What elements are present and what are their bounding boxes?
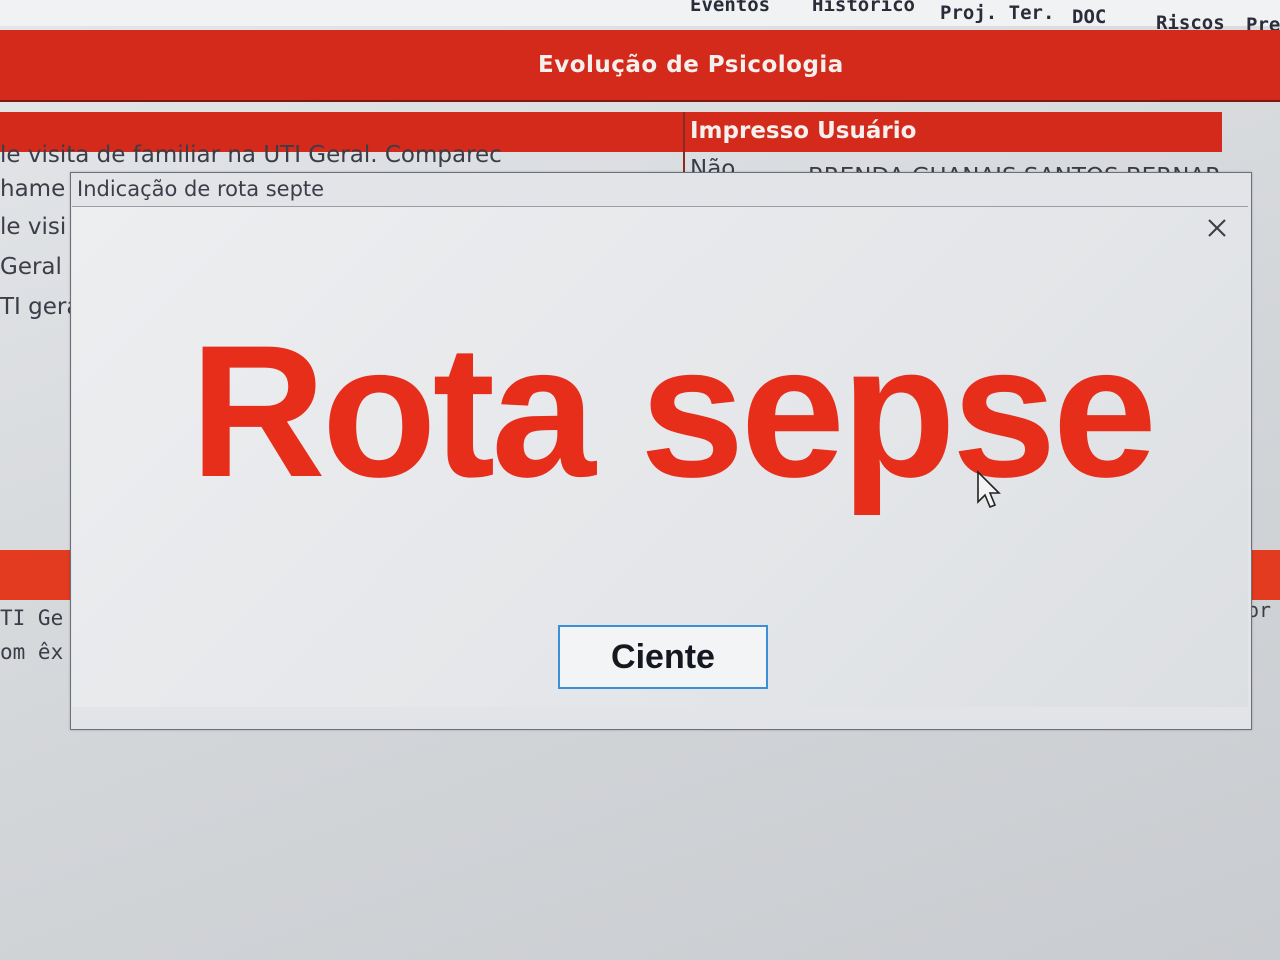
backdrop-window-title: Indicação de rota septe [77,177,325,201]
page-title: Evolução de Psicologia [538,52,844,78]
list-item[interactable]: hame [0,176,65,202]
mouse-cursor-icon [976,470,1002,514]
list-item[interactable]: TI gera [0,294,80,320]
menu-item-historico[interactable]: Histórico [812,0,915,16]
ciente-button[interactable]: Ciente [558,625,768,689]
page-title-bar: Evolução de Psicologia [0,30,1280,102]
menu-item-doc[interactable]: DOC [1072,6,1106,28]
section-band-left [0,550,72,600]
table-row-text[interactable]: le visita de familiar na UTI Geral. Comp… [0,142,502,168]
list-item[interactable]: TI Ge [0,606,63,630]
menu-item-eventos[interactable]: Eventos [690,0,770,16]
alert-message: Rota sepse [190,306,1157,516]
list-item[interactable]: om êx [0,640,63,664]
alert-dialog: Rota sepse Ciente [72,206,1248,707]
table-header-impresso-usuario: Impresso Usuário [690,118,917,144]
list-item[interactable]: le visi [0,214,66,240]
close-button[interactable] [1200,211,1234,245]
screen: Eventos Histórico Proj. Ter. DOC Riscos … [0,0,1280,960]
menu-item-proj-ter[interactable]: Proj. Ter. [940,2,1054,24]
close-icon [1208,219,1226,237]
top-menu-bar: Eventos Histórico Proj. Ter. DOC Riscos … [0,0,1280,36]
section-band-right [1248,550,1280,600]
